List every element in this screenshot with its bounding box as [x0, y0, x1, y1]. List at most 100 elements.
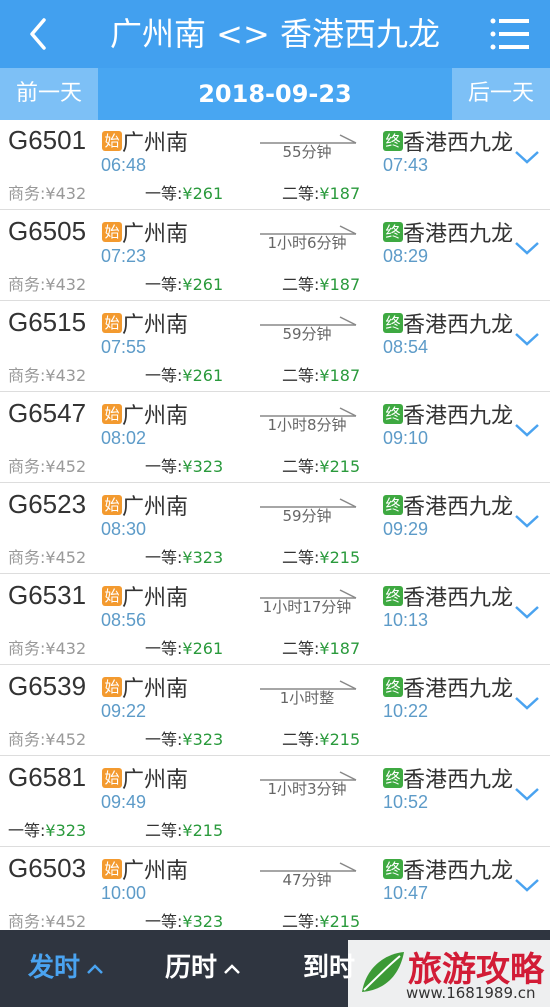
departure-time: 08:30 [101, 519, 147, 539]
page-title: 广州南 <> 香港西九龙 [110, 15, 440, 53]
trip-duration: 1小时17分钟 [262, 598, 352, 616]
chevron-down-icon[interactable] [514, 694, 540, 712]
train-row[interactable]: G6539 始广州南 09:22 1小时整终香港西九龙 10:22 商务:¥452 一等:¥… [0, 666, 550, 756]
chevron-up-icon [224, 963, 240, 974]
second-class-value: ¥187 [319, 366, 361, 385]
arrival-time: 10:22 [383, 701, 429, 721]
date-bar: 前一天 2018-09-23 后一天 [0, 68, 550, 120]
next-day-button[interactable]: 后一天 [452, 68, 550, 120]
second-class-price: 二等:¥187 [282, 271, 360, 295]
first-class-price: 一等:¥261 [145, 635, 223, 659]
origin-station-badge: 始 [102, 586, 122, 606]
arrival-station: 香港西九龙 [403, 677, 514, 702]
arrival-station: 香港西九龙 [403, 768, 514, 793]
terminal-station-badge: 终 [383, 404, 403, 424]
chevron-down-icon[interactable] [514, 876, 540, 894]
second-class-label: 二等: [282, 548, 320, 567]
first-class-value: ¥261 [182, 366, 224, 385]
terminal-station-badge: 终 [383, 859, 403, 879]
first-class-price: 一等:¥261 [145, 362, 223, 386]
previous-day-button[interactable]: 前一天 [0, 68, 98, 120]
arrival-time: 07:43 [383, 155, 429, 175]
business-value: ¥452 [45, 912, 87, 930]
menu-button[interactable] [490, 16, 530, 52]
first-class-value: ¥323 [182, 457, 224, 476]
second-class-label: 二等: [282, 457, 320, 476]
departure-station: 广州南 [122, 495, 189, 520]
second-class-price: 二等:¥215 [282, 453, 360, 477]
business-class-price: 商务:¥432 [8, 180, 86, 204]
origin-station-badge: 始 [102, 222, 122, 242]
departure-station: 广州南 [122, 313, 189, 338]
departure-time: 07:55 [101, 337, 147, 357]
terminal-station-badge: 终 [383, 768, 403, 788]
departure-station: 广州南 [122, 586, 189, 611]
business-class-price: 商务:¥432 [8, 271, 86, 295]
sort-by-duration-button[interactable]: 历时 [165, 930, 241, 1007]
arrival-station: 香港西九龙 [403, 222, 514, 247]
departure-station: 广州南 [122, 404, 189, 429]
train-row[interactable]: G6505 始广州南 07:23 1小时6分钟 终香港西九龙 08:29 商务:¥432 一等… [0, 211, 550, 301]
business-value: ¥452 [45, 457, 87, 476]
trip-duration: 1小时8分钟 [267, 416, 347, 434]
terminal-station-badge: 终 [383, 586, 403, 606]
train-row[interactable]: G6547 始广州南 08:02 1小时8分钟 终香港西九龙 09:10 商务:¥452 一等… [0, 393, 550, 483]
chevron-down-icon[interactable] [514, 785, 540, 803]
sort-departure-label: 发时 [28, 953, 81, 983]
arrival-time: 10:47 [383, 883, 429, 903]
train-list: G6501 始广州南 06:48 55分钟终香港西九龙 07:43 商务:¥432 一等:¥… [0, 120, 550, 930]
train-number: G6501 [8, 125, 87, 155]
second-class-label: 二等: [282, 912, 320, 930]
train-number: G6503 [8, 853, 87, 883]
departure-time: 10:00 [101, 883, 147, 903]
second-class-value: ¥187 [319, 639, 361, 658]
train-row[interactable]: G6523 始广州南 08:30 59分钟终香港西九龙 09:29 商务:¥452 一等:¥… [0, 484, 550, 574]
arrival-station: 香港西九龙 [403, 586, 514, 611]
first-class-price: 一等:¥323 [8, 817, 86, 841]
second-class-price: 二等:¥187 [282, 180, 360, 204]
train-row[interactable]: G6581 始广州南 09:49 1小时3分钟 终香港西九龙 10:52 一等:¥323 二等… [0, 757, 550, 847]
chevron-down-icon[interactable] [514, 421, 540, 439]
second-class-price: 二等:¥187 [282, 635, 360, 659]
first-class-label: 一等: [145, 275, 183, 294]
second-class-value: ¥215 [182, 821, 224, 840]
second-class-price: 二等:¥215 [282, 544, 360, 568]
trip-duration: 55分钟 [282, 143, 332, 161]
arrival-station: 香港西九龙 [403, 404, 514, 429]
trip-duration: 47分钟 [282, 871, 332, 889]
business-value: ¥432 [45, 366, 87, 385]
origin-station-badge: 始 [102, 495, 122, 515]
chevron-down-icon[interactable] [514, 512, 540, 530]
chevron-down-icon[interactable] [514, 148, 540, 166]
second-class-label: 二等: [282, 639, 320, 658]
chevron-down-icon[interactable] [514, 239, 540, 257]
terminal-station-badge: 终 [383, 313, 403, 333]
back-button[interactable] [22, 14, 56, 54]
train-row[interactable]: G6503 始广州南 10:00 47分钟终香港西九龙 10:47 商务:¥452 一等:¥… [0, 848, 550, 930]
train-number: G6515 [8, 307, 87, 337]
second-class-label: 二等: [282, 184, 320, 203]
leaf-logo-icon [362, 952, 404, 992]
train-row[interactable]: G6531 始广州南 08:56 1小时17分钟 终香港西九龙 10:13 商务:¥432 一… [0, 575, 550, 665]
arrival-station: 香港西九龙 [403, 495, 514, 520]
watermark-url: www.1681989.cn [406, 984, 536, 1002]
train-row[interactable]: G6515 始广州南 07:55 59分钟终香港西九龙 08:54 商务:¥432 一等:¥… [0, 302, 550, 392]
departure-time: 09:22 [101, 701, 147, 721]
train-row[interactable]: G6501 始广州南 06:48 55分钟终香港西九龙 07:43 商务:¥432 一等:¥… [0, 120, 550, 210]
business-class-price: 商务:¥432 [8, 362, 86, 386]
arrival-time: 09:29 [383, 519, 429, 539]
business-value: ¥452 [45, 730, 87, 749]
sort-by-departure-button[interactable]: 发时 [28, 930, 104, 1007]
chevron-down-icon[interactable] [514, 603, 540, 621]
travel-date[interactable]: 2018-09-23 [98, 68, 452, 120]
first-class-price: 一等:¥261 [145, 180, 223, 204]
chevron-down-icon[interactable] [514, 330, 540, 348]
business-class-price: 商务:¥452 [8, 908, 86, 930]
business-label: 商务: [8, 457, 46, 476]
departure-time: 09:49 [101, 792, 147, 812]
first-class-label: 一等: [145, 548, 183, 567]
arrival-station: 香港西九龙 [403, 313, 514, 338]
first-class-label: 一等: [145, 912, 183, 930]
business-label: 商务: [8, 730, 46, 749]
second-class-price: 二等:¥215 [282, 726, 360, 750]
